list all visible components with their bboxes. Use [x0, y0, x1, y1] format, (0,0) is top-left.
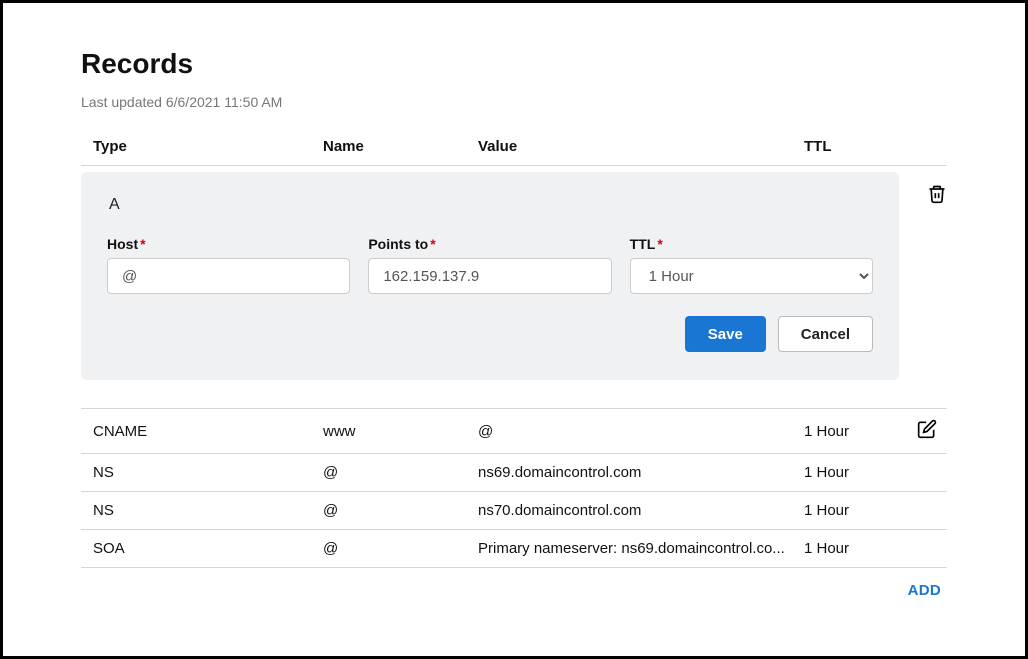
save-button[interactable]: Save — [685, 316, 766, 352]
points-to-label: Points to* — [368, 236, 611, 252]
cell-value: Primary nameserver: ns69.domaincontrol.c… — [478, 540, 804, 557]
cell-name: @ — [323, 540, 478, 557]
add-button[interactable]: ADD — [908, 582, 941, 599]
last-updated-text: Last updated 6/6/2021 11:50 AM — [81, 94, 947, 110]
column-header-name: Name — [323, 138, 478, 155]
cell-value: @ — [478, 423, 804, 440]
host-label: Host* — [107, 236, 350, 252]
cell-value: ns69.domaincontrol.com — [478, 464, 804, 481]
cell-type: SOA — [93, 540, 323, 557]
cell-type: CNAME — [93, 423, 323, 440]
column-header-type: Type — [93, 138, 323, 155]
cell-ttl: 1 Hour — [804, 502, 889, 519]
cancel-button[interactable]: Cancel — [778, 316, 873, 352]
cell-ttl: 1 Hour — [804, 540, 889, 557]
delete-icon[interactable] — [927, 184, 947, 204]
table-row: NS@ns70.domaincontrol.com1 Hour — [81, 491, 947, 529]
cell-name: @ — [323, 464, 478, 481]
edit-icon[interactable] — [917, 419, 937, 439]
page-title: Records — [81, 48, 947, 80]
cell-type: NS — [93, 502, 323, 519]
table-row: CNAMEwww@1 Hour — [81, 408, 947, 453]
column-header-value: Value — [478, 138, 804, 155]
table-row: NS@ns69.domaincontrol.com1 Hour — [81, 453, 947, 491]
cell-name: @ — [323, 502, 478, 519]
cell-name: www — [323, 423, 478, 440]
cell-ttl: 1 Hour — [804, 423, 889, 440]
cell-type: NS — [93, 464, 323, 481]
host-input[interactable] — [107, 258, 350, 294]
edit-record-panel: A Host* Points to* TTL* — [81, 172, 899, 380]
ttl-select[interactable]: 1 Hour — [630, 258, 873, 294]
points-to-input[interactable] — [368, 258, 611, 294]
cell-value: ns70.domaincontrol.com — [478, 502, 804, 519]
column-header-ttl: TTL — [804, 138, 889, 155]
edit-record-type: A — [107, 196, 873, 214]
ttl-label: TTL* — [630, 236, 873, 252]
table-row: SOA@Primary nameserver: ns69.domaincontr… — [81, 529, 947, 567]
cell-ttl: 1 Hour — [804, 464, 889, 481]
table-header-row: Type Name Value TTL — [81, 128, 947, 166]
